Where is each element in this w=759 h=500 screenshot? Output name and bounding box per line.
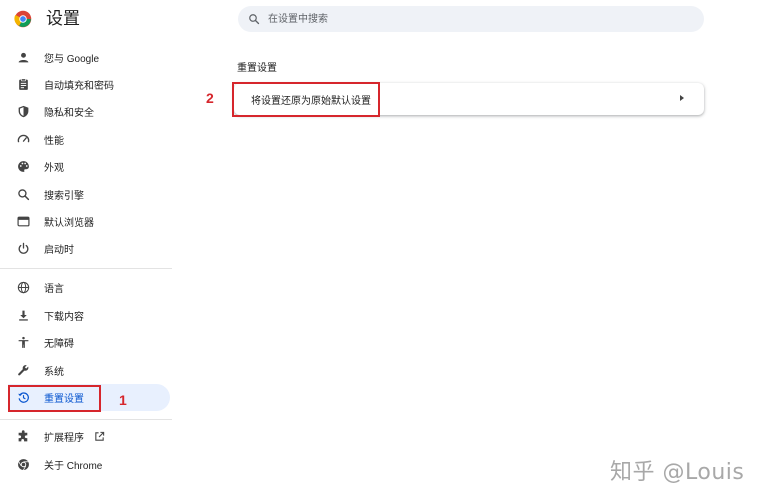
palette-icon bbox=[16, 160, 30, 174]
puzzle-icon bbox=[16, 430, 30, 444]
chrome-icon bbox=[16, 458, 30, 472]
sidebar-item-downloads[interactable]: 下载内容 bbox=[8, 302, 170, 329]
sidebar-item-label: 搜索引擎 bbox=[44, 191, 84, 202]
arrow-right-icon bbox=[680, 95, 684, 101]
search-input[interactable] bbox=[268, 6, 688, 32]
sidebar-item-search-engine[interactable]: 搜索引擎 bbox=[8, 181, 170, 208]
sidebar-divider bbox=[0, 419, 172, 420]
sidebar-item-on-startup[interactable]: 启动时 bbox=[8, 235, 170, 262]
sidebar-divider bbox=[0, 268, 172, 269]
search-icon bbox=[16, 188, 30, 202]
person-icon bbox=[16, 51, 30, 65]
annotation-highlight-1 bbox=[8, 385, 101, 412]
sidebar-item-about-chrome[interactable]: 关于 Chrome bbox=[8, 451, 170, 478]
browser-icon bbox=[16, 215, 30, 229]
download-icon bbox=[16, 309, 30, 323]
sidebar-item-label: 自动填充和密码 bbox=[44, 81, 114, 92]
sidebar-item-label: 您与 Google bbox=[44, 54, 100, 65]
sidebar-item-label: 无障碍 bbox=[44, 339, 74, 350]
clipboard-icon bbox=[16, 78, 30, 92]
annotation-number-2: 2 bbox=[206, 90, 214, 106]
globe-icon bbox=[16, 281, 30, 295]
sidebar-item-performance[interactable]: 性能 bbox=[8, 126, 170, 153]
sidebar-item-privacy[interactable]: 隐私和安全 bbox=[8, 98, 170, 125]
sidebar-item-label: 系统 bbox=[44, 367, 64, 378]
sidebar-item-label: 扩展程序 bbox=[44, 433, 84, 444]
open-in-new-icon bbox=[95, 431, 105, 441]
accessibility-icon bbox=[16, 336, 30, 350]
speedometer-icon bbox=[16, 133, 30, 147]
sidebar-item-label: 性能 bbox=[44, 136, 64, 147]
sidebar-item-you-and-google[interactable]: 您与 Google bbox=[8, 44, 170, 71]
sidebar-item-label: 关于 Chrome bbox=[44, 461, 103, 472]
shield-icon bbox=[16, 105, 30, 119]
sidebar-item-languages[interactable]: 语言 bbox=[8, 274, 170, 301]
annotation-highlight-2 bbox=[232, 82, 380, 117]
chrome-logo-icon bbox=[14, 10, 32, 28]
sidebar-item-label: 启动时 bbox=[44, 245, 74, 256]
sidebar-item-default-browser[interactable]: 默认浏览器 bbox=[8, 208, 170, 235]
search-icon bbox=[249, 14, 260, 25]
power-icon bbox=[16, 242, 30, 256]
wrench-icon bbox=[16, 364, 30, 378]
annotation-number-1: 1 bbox=[119, 392, 127, 408]
sidebar-item-autofill[interactable]: 自动填充和密码 bbox=[8, 71, 170, 98]
sidebar-item-label: 语言 bbox=[44, 284, 64, 295]
page-title: 设置 bbox=[46, 9, 80, 28]
section-title: 重置设置 bbox=[237, 63, 277, 74]
sidebar-item-label: 默认浏览器 bbox=[44, 218, 94, 229]
search-bar[interactable] bbox=[238, 6, 704, 32]
sidebar-item-label: 下载内容 bbox=[44, 312, 84, 323]
sidebar-item-accessibility[interactable]: 无障碍 bbox=[8, 329, 170, 356]
sidebar-item-system[interactable]: 系统 bbox=[8, 357, 170, 384]
sidebar-item-extensions[interactable]: 扩展程序 bbox=[8, 423, 170, 450]
sidebar-item-label: 隐私和安全 bbox=[44, 108, 94, 119]
sidebar-item-appearance[interactable]: 外观 bbox=[8, 153, 170, 180]
sidebar-item-label: 外观 bbox=[44, 163, 64, 174]
watermark: 知乎 @Louis bbox=[610, 460, 745, 485]
